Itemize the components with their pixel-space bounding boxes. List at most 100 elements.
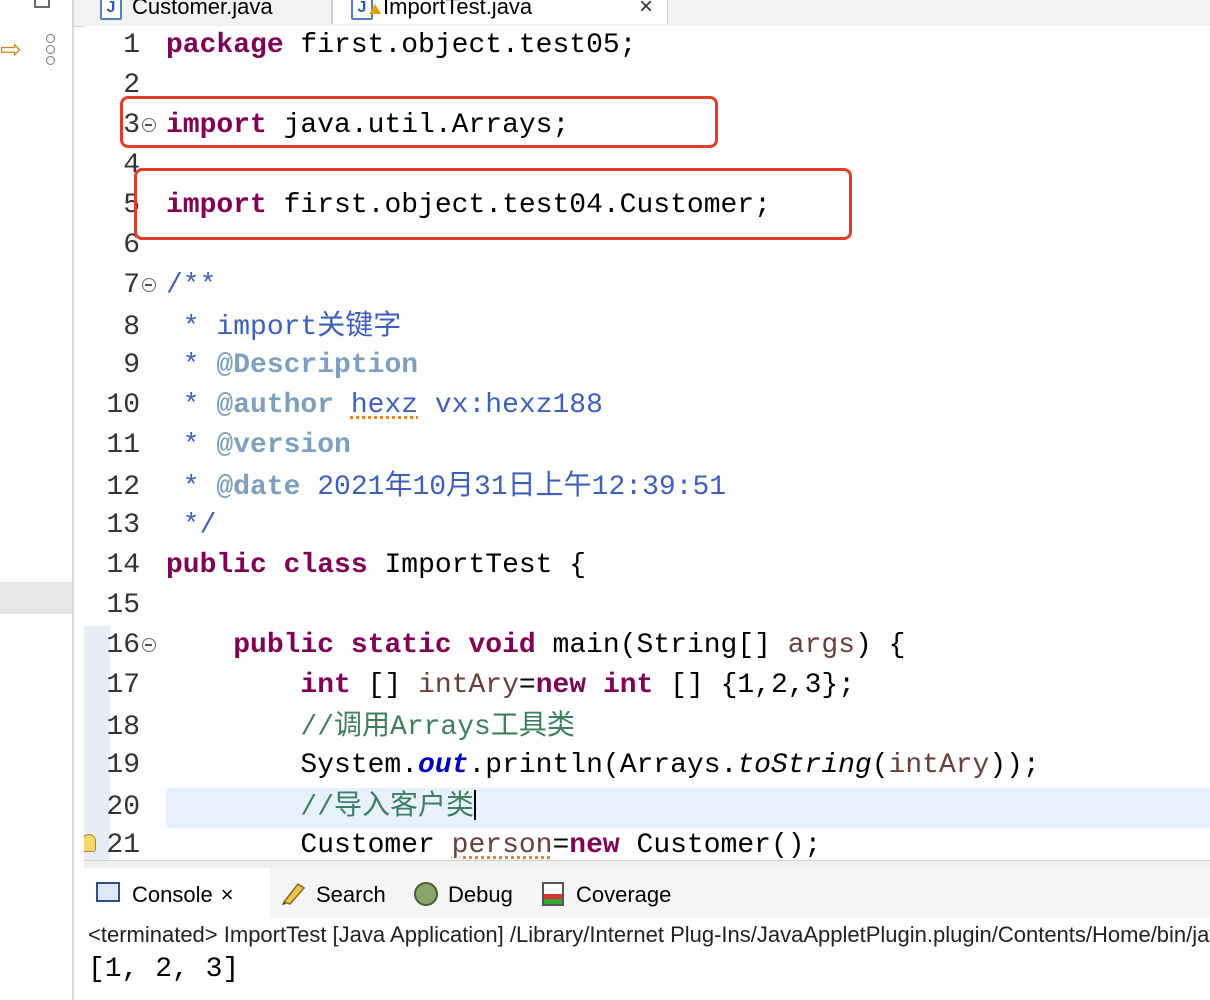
- keyword: class: [283, 550, 368, 581]
- author-contact: vx:hexz188: [418, 390, 603, 421]
- line-number: 20: [106, 792, 140, 823]
- code-line: 21 Customer person=new Customer();: [84, 826, 1210, 862]
- keyword: int: [602, 670, 654, 701]
- highlight-box-import-arrays: [120, 96, 718, 148]
- line-number: 10: [106, 390, 140, 421]
- code-line: 20 //导入客户类: [84, 788, 1210, 828]
- javadoc-star: *: [166, 350, 217, 381]
- code-line: 18 //调用Arrays工具类: [84, 708, 1210, 748]
- javadoc-open: /**: [166, 270, 217, 301]
- keyword: void: [468, 630, 536, 661]
- code-text: ));: [989, 750, 1040, 781]
- line-number: 8: [123, 312, 140, 343]
- code-line: 14 public class ImportTest {: [84, 546, 1210, 586]
- code-line: 7 /**: [84, 266, 1210, 306]
- method-signature: main(String[]: [535, 630, 788, 661]
- debug-icon: [414, 882, 438, 906]
- javadoc-tag: @date: [216, 472, 301, 503]
- code-text: Customer();: [619, 830, 822, 861]
- javadoc-star: *: [166, 430, 217, 461]
- keyword: public: [233, 630, 335, 661]
- javadoc-text: import关键字: [216, 312, 402, 343]
- java-file-icon: J: [100, 0, 122, 20]
- tab-label: Console: [132, 882, 213, 907]
- line-number: 14: [106, 550, 140, 581]
- fold-collapse-icon[interactable]: [142, 278, 156, 292]
- variable: intAry: [888, 750, 990, 781]
- tab-importtest-java[interactable]: J ImportTest.java ×: [332, 0, 668, 24]
- keyword: new: [569, 830, 620, 861]
- javadoc-star: *: [166, 472, 217, 503]
- javadoc-close: */: [166, 510, 217, 541]
- tab-label: ImportTest.java: [383, 0, 533, 19]
- console-status-line: <terminated> ImportTest [Java Applicatio…: [88, 922, 1210, 947]
- line-number: 21: [106, 830, 140, 861]
- package-explorer-icon[interactable]: ⇨: [0, 34, 22, 64]
- keyword: public: [166, 550, 267, 581]
- tab-coverage[interactable]: Coverage: [536, 868, 671, 918]
- code-line: 19 System.out.println(Arrays.toString(in…: [84, 746, 1210, 786]
- keyword: package: [166, 30, 284, 61]
- author-name: hexz: [350, 390, 419, 421]
- search-icon: [282, 882, 306, 905]
- code-line: 1 package first.object.test05;: [84, 26, 1210, 66]
- code-line: 13 */: [84, 506, 1210, 546]
- warning-icon: [369, 4, 381, 14]
- console-tab-bar: Console × Search Debug Coverage: [84, 868, 1210, 918]
- outline-panel: ⇨: [0, 0, 72, 1000]
- line-number: 9: [123, 350, 140, 381]
- line-number: 15: [106, 590, 140, 621]
- code-text: =: [552, 830, 570, 861]
- static-field: out: [418, 750, 469, 781]
- line-number: 11: [106, 430, 140, 461]
- code-text: [] {1,2,3};: [653, 670, 855, 701]
- close-icon[interactable]: ×: [639, 0, 653, 24]
- code-line: 12 * @date 2021年10月31日上午12:39:51: [84, 468, 1210, 508]
- tab-customer-java[interactable]: J Customer.java: [82, 0, 332, 24]
- keyword: int: [300, 670, 351, 701]
- code-text: (: [871, 750, 889, 781]
- tab-label: Coverage: [576, 882, 672, 907]
- line-number: 18: [106, 712, 140, 743]
- class-decl: ImportTest {: [367, 550, 587, 581]
- editor-tab-bar: J Customer.java J ImportTest.java ×: [74, 0, 1210, 27]
- console-output[interactable]: [1, 2, 3]: [88, 950, 239, 990]
- keyword: static: [350, 630, 452, 661]
- code-text: System.: [300, 750, 419, 781]
- close-icon[interactable]: ×: [221, 882, 234, 907]
- tab-label: Customer.java: [132, 0, 273, 19]
- fold-collapse-icon[interactable]: [142, 638, 156, 652]
- tab-label: Debug: [448, 882, 513, 907]
- tab-label: Search: [316, 882, 386, 907]
- tab-console[interactable]: Console ×: [84, 868, 270, 918]
- tab-debug[interactable]: Debug: [408, 868, 513, 918]
- tab-search[interactable]: Search: [274, 868, 386, 918]
- outline-selection: [0, 582, 72, 614]
- keyword: new: [535, 670, 587, 701]
- code-text: ) {: [854, 630, 906, 661]
- javadoc-tag: @author: [216, 390, 335, 421]
- javadoc-star: *: [166, 390, 217, 421]
- line-number: 1: [123, 30, 140, 61]
- package-name: first.object.test05;: [283, 30, 637, 61]
- code-line: 16 public static void main(String[] args…: [84, 626, 1210, 666]
- highlight-box-import-customer: [134, 168, 852, 240]
- comment: //调用Arrays工具类: [300, 712, 575, 743]
- javadoc-star: *: [166, 312, 217, 343]
- panel-divider[interactable]: [72, 0, 74, 1000]
- line-number: 13: [106, 510, 140, 541]
- code-line: 10 * @author hexz vx:hexz188: [84, 386, 1210, 426]
- code-line: 17 int [] intAry=new int [] {1,2,3};: [84, 666, 1210, 706]
- line-number: 19: [106, 750, 140, 781]
- code-editor[interactable]: 1 package first.object.test05; 2 3 impor…: [84, 26, 1210, 862]
- code-text: .println(Arrays.: [468, 750, 738, 781]
- maximize-icon[interactable]: [34, 0, 50, 8]
- code-line: 11 * @version: [84, 426, 1210, 466]
- javadoc-tag: @Description: [216, 350, 419, 381]
- console-icon: [96, 882, 120, 902]
- code-line: 8 * import关键字: [84, 308, 1210, 348]
- hierarchy-icon[interactable]: [43, 34, 57, 66]
- javadoc-tag: @version: [216, 430, 351, 461]
- quick-fix-bulb-icon[interactable]: [84, 834, 96, 852]
- variable: intAry: [418, 670, 519, 701]
